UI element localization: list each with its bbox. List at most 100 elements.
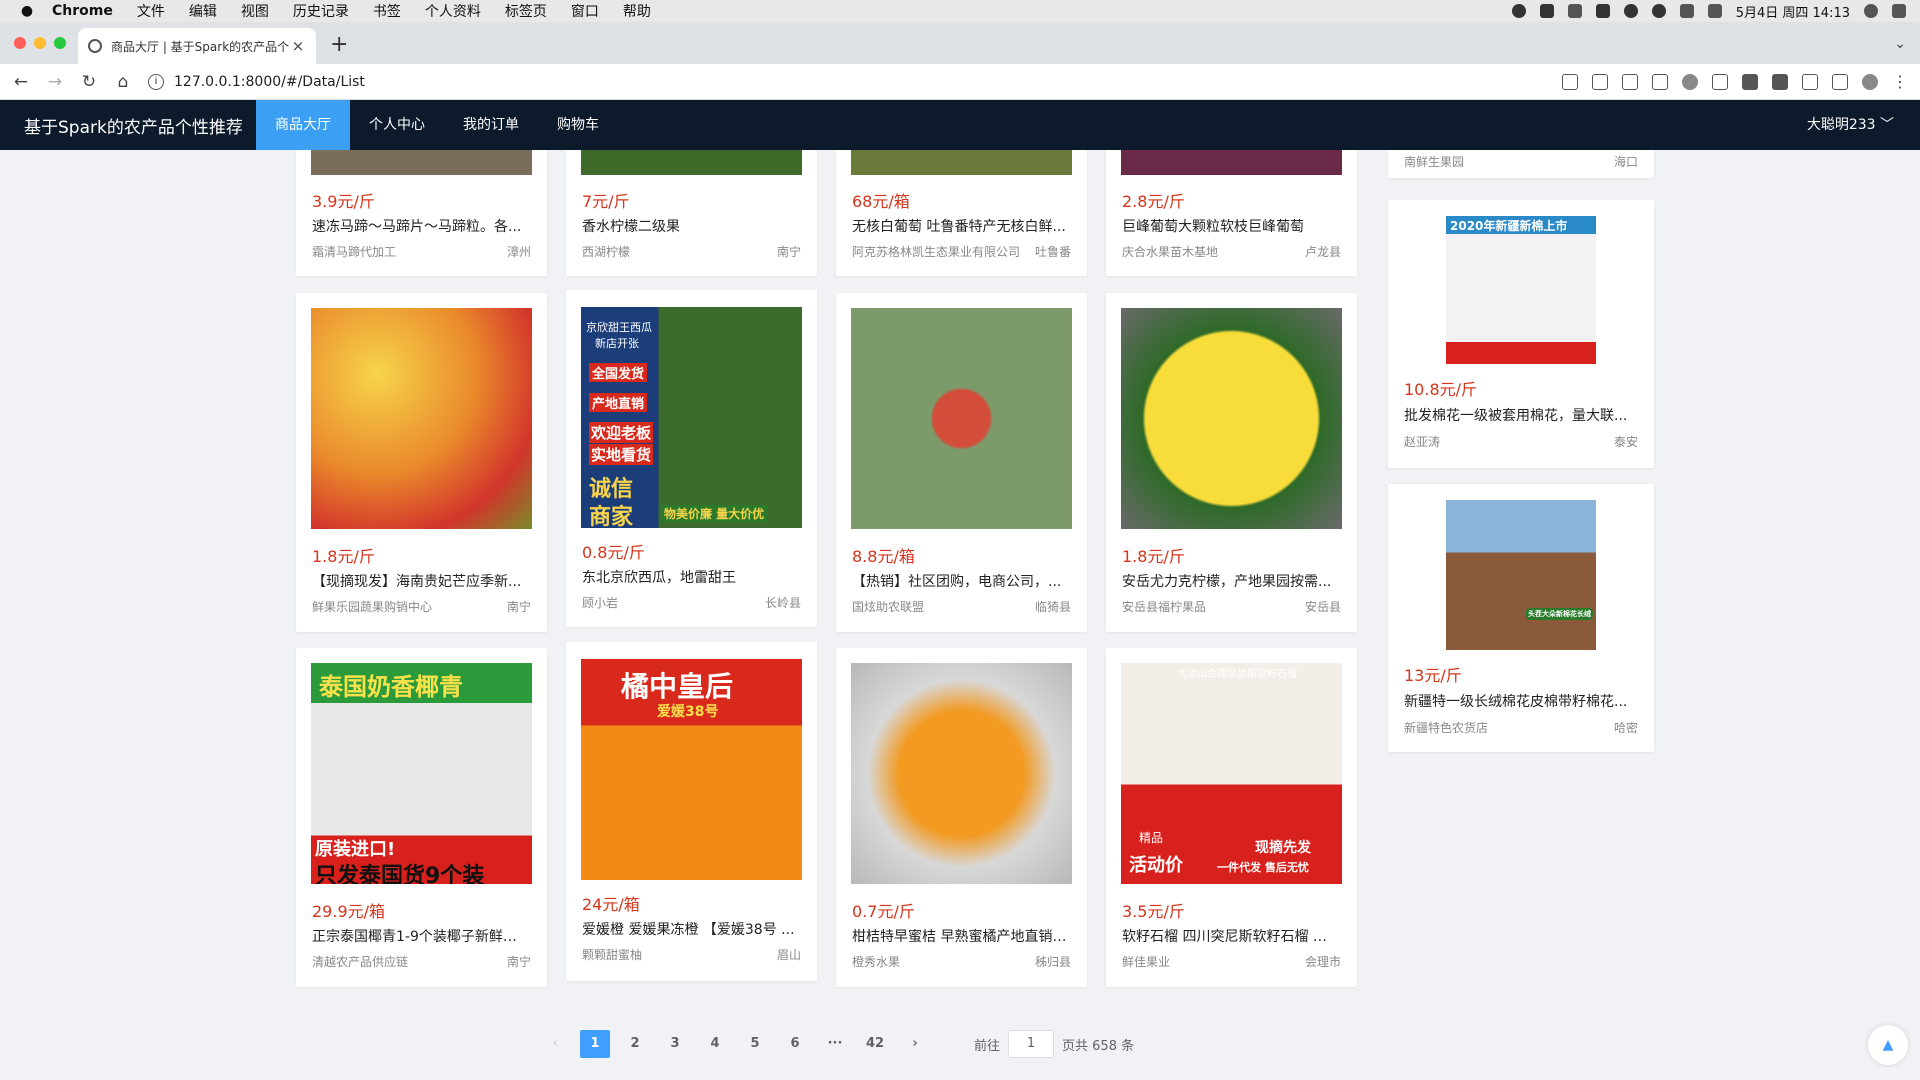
page-button-4[interactable]: 4 xyxy=(700,1030,730,1058)
nav-product-hall[interactable]: 商品大厅 xyxy=(256,100,350,150)
page-button-42[interactable]: 42 xyxy=(860,1030,890,1058)
close-window-button[interactable] xyxy=(14,37,26,49)
recommend-name[interactable]: 新疆特一级长绒棉花皮棉带籽棉花... xyxy=(1404,691,1634,711)
product-image[interactable] xyxy=(851,663,1072,884)
extension-icon[interactable] xyxy=(1712,73,1728,90)
product-name[interactable]: 爱媛橙 爱媛果冻橙 【爱媛38号 ... xyxy=(582,919,797,939)
gear-icon[interactable] xyxy=(1511,4,1526,18)
site-info-icon[interactable]: i xyxy=(148,73,164,90)
menu-edit[interactable]: 编辑 xyxy=(177,1,229,21)
menu-help[interactable]: 帮助 xyxy=(611,1,663,21)
url-text[interactable]: 127.0.0.1:8000/#/Data/List xyxy=(174,74,365,90)
spotlight-search-icon[interactable] xyxy=(1864,4,1878,18)
menu-history[interactable]: 历史记录 xyxy=(281,1,361,21)
product-name[interactable]: 东北京欣西瓜，地雷甜王 xyxy=(582,567,797,587)
product-image[interactable] xyxy=(1121,150,1342,175)
product-card[interactable]: 8.8元/箱 【热销】社区团购，电商公司，... 国炫助农联盟 临猗县 xyxy=(836,293,1087,632)
volume-icon[interactable] xyxy=(1707,4,1722,18)
product-image[interactable]: 大凉山会理突尼斯软籽石榴 精品 活动价 现摘先发 一件代发 售后无忧 xyxy=(1121,663,1342,884)
apple-menu-icon[interactable]: ● xyxy=(14,3,40,19)
goto-page-input[interactable]: 1 xyxy=(1008,1030,1055,1058)
product-name[interactable]: 无核白葡萄 吐鲁番特产无核白鲜... xyxy=(852,216,1067,236)
product-card[interactable]: 京欣甜王西瓜 新店开张 全国发货 产地直销 欢迎老板 实地看货 诚信 商家 物美… xyxy=(566,290,817,627)
product-card[interactable]: 0.7元/斤 柑桔特早蜜桔 早熟蜜橘产地直销 ... 橙秀水果 秭归县 xyxy=(836,648,1087,987)
product-card[interactable]: 泰国奶香椰青 原装进口! 只发泰国货9个装 29.9元/箱 正宗泰国椰青1-9个… xyxy=(296,648,547,987)
input-method-icon[interactable] xyxy=(1679,4,1694,18)
share-icon[interactable] xyxy=(1622,73,1638,90)
more-pages-button[interactable]: ··· xyxy=(820,1030,850,1058)
translate-icon[interactable] xyxy=(1592,73,1608,90)
page-button-5[interactable]: 5 xyxy=(740,1030,770,1058)
recommend-card[interactable]: 2020年新疆新棉上市 10.8元/斤 批发棉花一级被套用棉花，量大联... 赵… xyxy=(1388,200,1654,468)
browser-tab[interactable]: 商品大厅 | 基于Spark的农产品个... × xyxy=(78,28,316,64)
product-image[interactable] xyxy=(581,150,802,175)
product-name[interactable]: 柑桔特早蜜桔 早熟蜜橘产地直销 ... xyxy=(852,926,1067,946)
nav-cart[interactable]: 购物车 xyxy=(538,100,618,150)
side-panel-icon[interactable] xyxy=(1832,73,1848,90)
product-name[interactable]: 巨峰葡萄大颗粒软枝巨峰葡萄 xyxy=(1122,216,1337,236)
product-image[interactable] xyxy=(1121,308,1342,529)
recommend-card[interactable]: 头茬大朵新棉花长绒 13元/斤 新疆特一级长绒棉花皮棉带籽棉花... 新疆特色农… xyxy=(1388,484,1654,752)
product-image[interactable]: 2020年新疆新棉上市 xyxy=(1446,216,1596,364)
wechat-icon[interactable] xyxy=(1623,4,1638,18)
minimize-window-button[interactable] xyxy=(34,37,46,49)
menu-file[interactable]: 文件 xyxy=(125,1,177,21)
control-center-icon[interactable] xyxy=(1892,4,1906,18)
zoom-window-button[interactable] xyxy=(54,37,66,49)
product-name[interactable]: 香水柠檬二级果 xyxy=(582,216,797,236)
menu-bookmarks[interactable]: 书签 xyxy=(361,1,413,21)
recommend-card[interactable]: 南鲜生果园 海口 xyxy=(1388,150,1654,178)
page-button-3[interactable]: 3 xyxy=(660,1030,690,1058)
extension-badge-icon[interactable] xyxy=(1742,73,1758,90)
product-name[interactable]: 【现摘现发】海南贵妃芒应季新... xyxy=(312,571,527,591)
menu-tabs[interactable]: 标签页 xyxy=(493,1,559,21)
nav-my-orders[interactable]: 我的订单 xyxy=(444,100,538,150)
product-card[interactable]: 68元/箱 无核白葡萄 吐鲁番特产无核白鲜... 阿克苏格林凯生态果业有限公司 … xyxy=(836,150,1087,276)
product-card[interactable]: 1.8元/斤 【现摘现发】海南贵妃芒应季新... 鲜果乐园蔬果购销中心 南宁 xyxy=(296,293,547,632)
product-image[interactable] xyxy=(311,150,532,175)
product-card[interactable]: 3.9元/斤 速冻马蹄～马蹄片～马蹄粒。各... 霜清马蹄代加工 漳州 xyxy=(296,150,547,276)
product-card[interactable]: 大凉山会理突尼斯软籽石榴 精品 活动价 现摘先发 一件代发 售后无忧 3.5元/… xyxy=(1106,648,1357,987)
prev-page-button[interactable]: ‹ xyxy=(540,1030,570,1058)
page-button-2[interactable]: 2 xyxy=(620,1030,650,1058)
menu-window[interactable]: 窗口 xyxy=(559,1,611,21)
product-card[interactable]: 橘中皇后 爱媛38号 24元/箱 爱媛橙 爱媛果冻橙 【爱媛38号 ... 颗颗… xyxy=(566,642,817,981)
product-image[interactable]: 泰国奶香椰青 原装进口! 只发泰国货9个装 xyxy=(311,663,532,884)
extension-shield-icon[interactable] xyxy=(1772,73,1788,90)
product-card[interactable]: 2.8元/斤 巨峰葡萄大颗粒软枝巨峰葡萄 庆合水果苗木基地 卢龙县 xyxy=(1106,150,1357,276)
product-name[interactable]: 速冻马蹄～马蹄片～马蹄粒。各... xyxy=(312,216,527,236)
next-page-button[interactable]: › xyxy=(900,1030,930,1058)
product-card[interactable]: 7元/斤 香水柠檬二级果 西湖柠檬 南宁 xyxy=(566,150,817,276)
back-to-top-button[interactable]: ▲ xyxy=(1868,1025,1908,1065)
star-icon[interactable] xyxy=(1652,73,1668,90)
user-menu[interactable]: 大聪明233 ﹀ xyxy=(1807,100,1894,150)
record-icon[interactable] xyxy=(1539,4,1554,18)
puzzle-icon[interactable] xyxy=(1802,73,1818,90)
new-tab-button[interactable]: + xyxy=(330,32,348,57)
close-tab-icon[interactable]: × xyxy=(290,37,306,55)
back-arrow-icon[interactable]: ← xyxy=(8,72,34,92)
product-image[interactable] xyxy=(311,308,532,529)
recommend-name[interactable]: 批发棉花一级被套用棉花，量大联... xyxy=(1404,405,1634,425)
extension-avatar-icon[interactable] xyxy=(1682,73,1698,90)
product-image[interactable] xyxy=(851,150,1072,175)
forward-arrow-icon[interactable]: → xyxy=(42,72,68,92)
home-icon[interactable]: ⌂ xyxy=(110,72,136,92)
app-icon[interactable] xyxy=(1595,4,1610,18)
product-name[interactable]: 软籽石榴 四川突尼斯软籽石榴 一... xyxy=(1122,926,1337,946)
product-card[interactable]: 1.8元/斤 安岳尤力克柠檬，产地果园按需... 安岳县福柠果品 安岳县 xyxy=(1106,293,1357,632)
key-icon[interactable] xyxy=(1562,73,1578,90)
menu-chrome[interactable]: Chrome xyxy=(40,3,125,19)
site-brand[interactable]: 基于Spark的农产品个性推荐 xyxy=(0,113,256,138)
address-bar[interactable]: i 127.0.0.1:8000/#/Data/List xyxy=(148,68,1528,96)
product-image[interactable]: 头茬大朵新棉花长绒 xyxy=(1446,500,1596,650)
signal-icon[interactable] xyxy=(1567,4,1582,18)
product-name[interactable]: 正宗泰国椰青1-9个装椰子新鲜水... xyxy=(312,926,527,946)
product-image[interactable] xyxy=(851,308,1072,529)
chat-icon[interactable] xyxy=(1651,4,1666,18)
tab-search-chevron-icon[interactable]: ⌄ xyxy=(1894,36,1906,52)
product-image[interactable]: 橘中皇后 爱媛38号 xyxy=(581,659,802,880)
nav-personal-center[interactable]: 个人中心 xyxy=(350,100,444,150)
page-button-1[interactable]: 1 xyxy=(580,1030,610,1058)
product-name[interactable]: 【热销】社区团购，电商公司，... xyxy=(852,571,1067,591)
